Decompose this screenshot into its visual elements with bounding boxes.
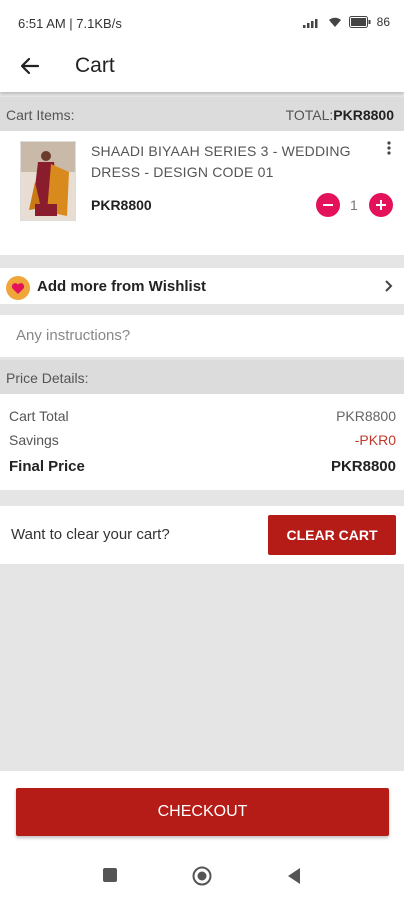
nav-back-button[interactable] [286,867,302,890]
wishlist-label: Add more from Wishlist [37,278,207,295]
product-price: PKR8800 [91,197,152,213]
clear-cart-button[interactable]: CLEAR CART [268,515,396,555]
final-price-value: PKR8800 [330,458,396,475]
heart-glyph [11,282,25,294]
chevron-right-icon [385,280,393,292]
home-circle-icon [192,866,212,886]
checkout-button[interactable]: CHECKOUT [16,788,389,836]
back-button[interactable] [14,50,46,82]
decrease-quantity-button[interactable] [316,193,340,217]
item-options-button[interactable] [386,141,396,159]
savings-value: -PKR0 [354,432,396,448]
cart-items-label: Cart Items: [6,107,75,123]
cart-total-value: PKR8800 [333,107,394,123]
cart-items-header: Cart Items: TOTAL:PKR8800 [0,97,404,131]
status-bar: 6:51 AM | 7.1KB/s 86 [0,0,404,44]
triangle-back-icon [288,868,300,884]
price-details-header: Price Details: [0,360,404,394]
quantity-value: 1 [350,197,358,213]
status-time: 6:51 AM | 7.1KB/s [18,16,122,31]
nav-recents-button[interactable] [102,867,118,888]
clear-cart-row: Want to clear your cart? CLEAR CART [0,506,404,564]
cart-total-label: TOTAL: [285,107,334,123]
product-image[interactable] [20,141,76,221]
more-vert-icon [387,141,391,155]
status-icons: 86 [302,14,390,30]
product-image-graphic [21,142,75,220]
savings-label: Savings [9,432,59,448]
clear-cart-question: Want to clear your cart? [11,526,170,543]
instructions-field[interactable]: Any instructions? [0,315,404,357]
heart-icon [6,276,30,300]
arrow-left-icon [20,57,40,75]
price-details: Cart Total PKR8800 Savings -PKR0 Final P… [0,394,404,490]
final-price-label: Final Price [9,458,85,475]
cart-total-row-label: Cart Total [9,408,69,424]
square-icon [103,868,117,882]
product-name[interactable]: SHAADI BIYAAH SERIES 3 - WEDDING DRESS -… [91,141,371,183]
battery-icon [348,16,371,28]
app-bar: Cart [0,44,404,92]
page-title: Cart [75,54,115,77]
minus-icon [323,204,333,206]
nav-home-button[interactable] [192,866,212,891]
cart-total-row-value: PKR8800 [336,408,396,424]
cart-total: TOTAL:PKR8800 [286,107,394,123]
instructions-placeholder: Any instructions? [16,327,131,344]
battery-level: 86 [376,15,390,29]
plus-icon [376,200,386,210]
bottom-bar: CHECKOUT [0,771,404,900]
increase-quantity-button[interactable] [369,193,393,217]
signal-icon [302,19,318,28]
wifi-icon [328,17,341,27]
price-details-label: Price Details: [6,370,89,386]
add-from-wishlist-row[interactable]: Add more from Wishlist [0,268,404,304]
cart-item: SHAADI BIYAAH SERIES 3 - WEDDING DRESS -… [0,131,404,255]
